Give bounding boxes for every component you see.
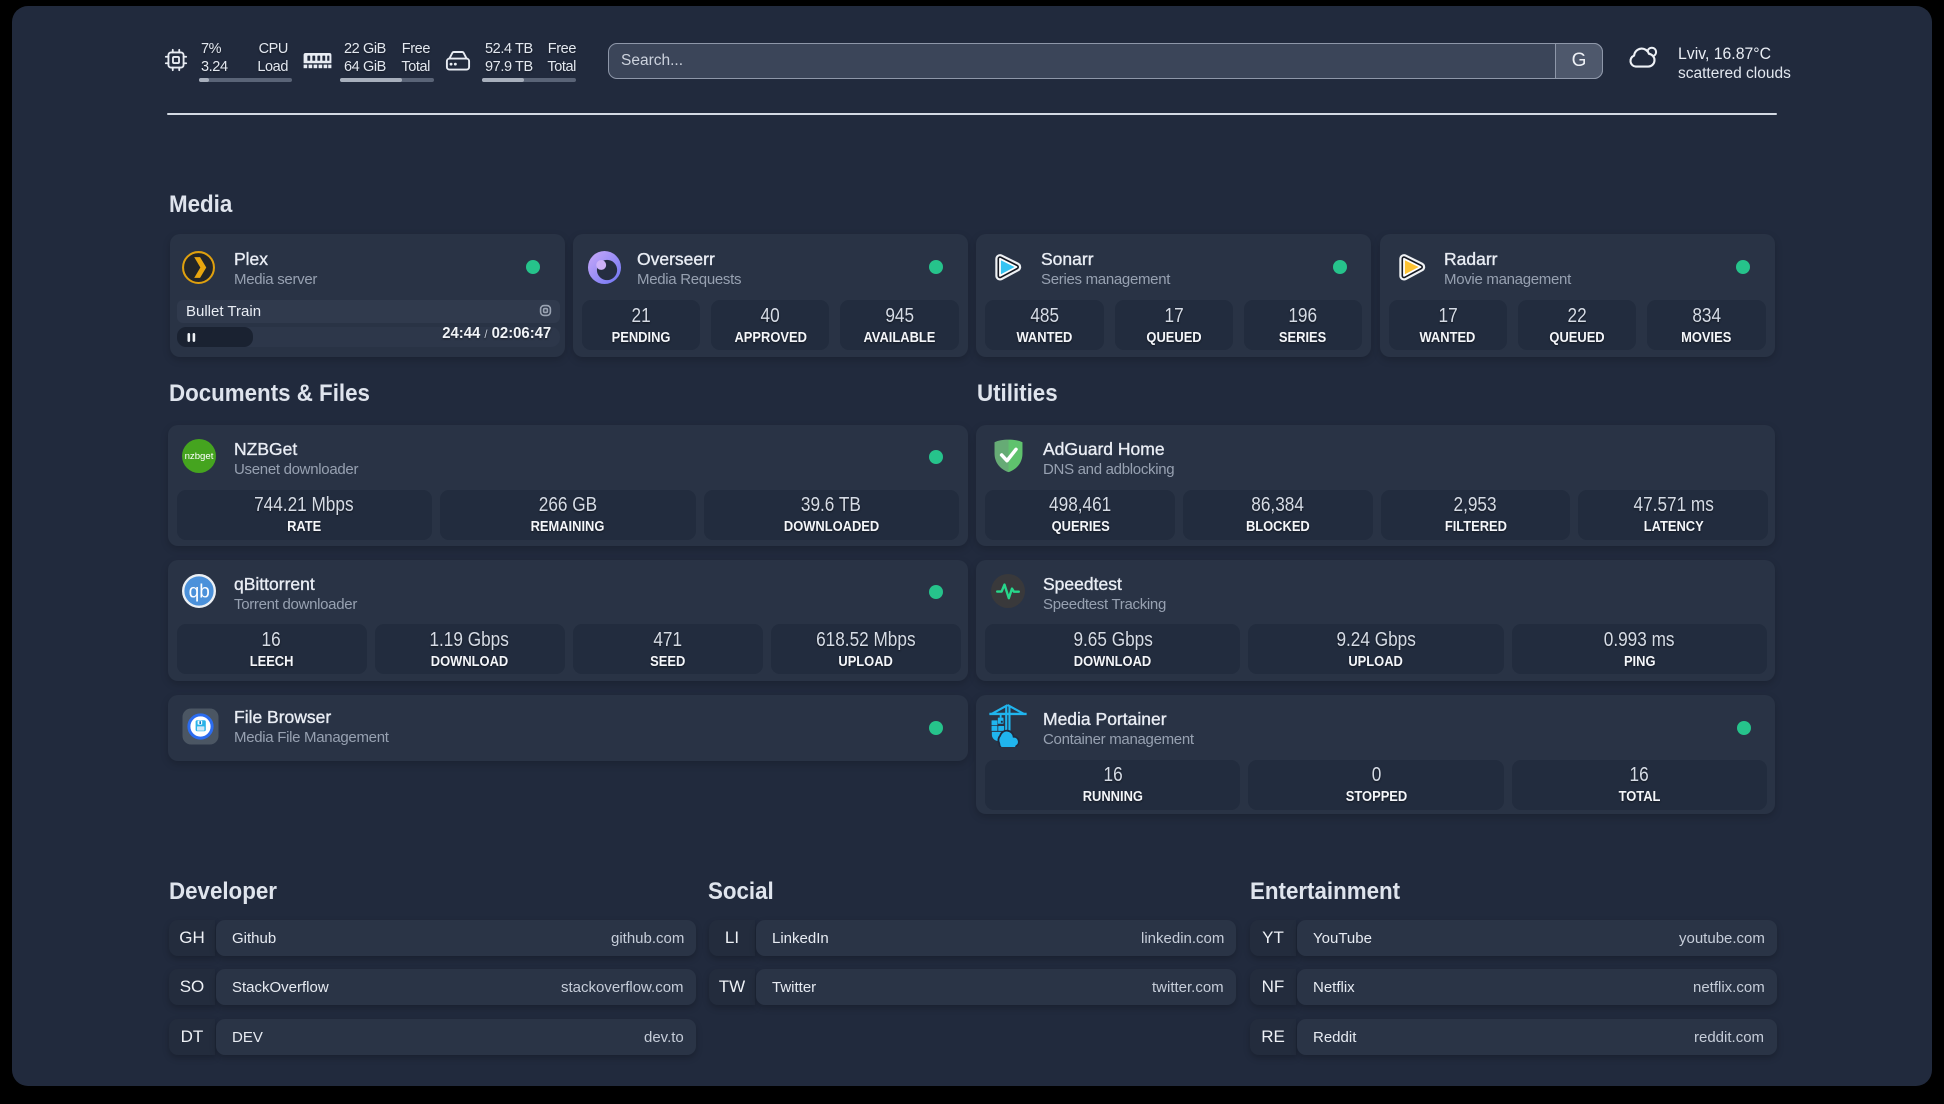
svg-text:nzbget: nzbget [185, 451, 214, 462]
svg-text:qb: qb [189, 581, 210, 602]
